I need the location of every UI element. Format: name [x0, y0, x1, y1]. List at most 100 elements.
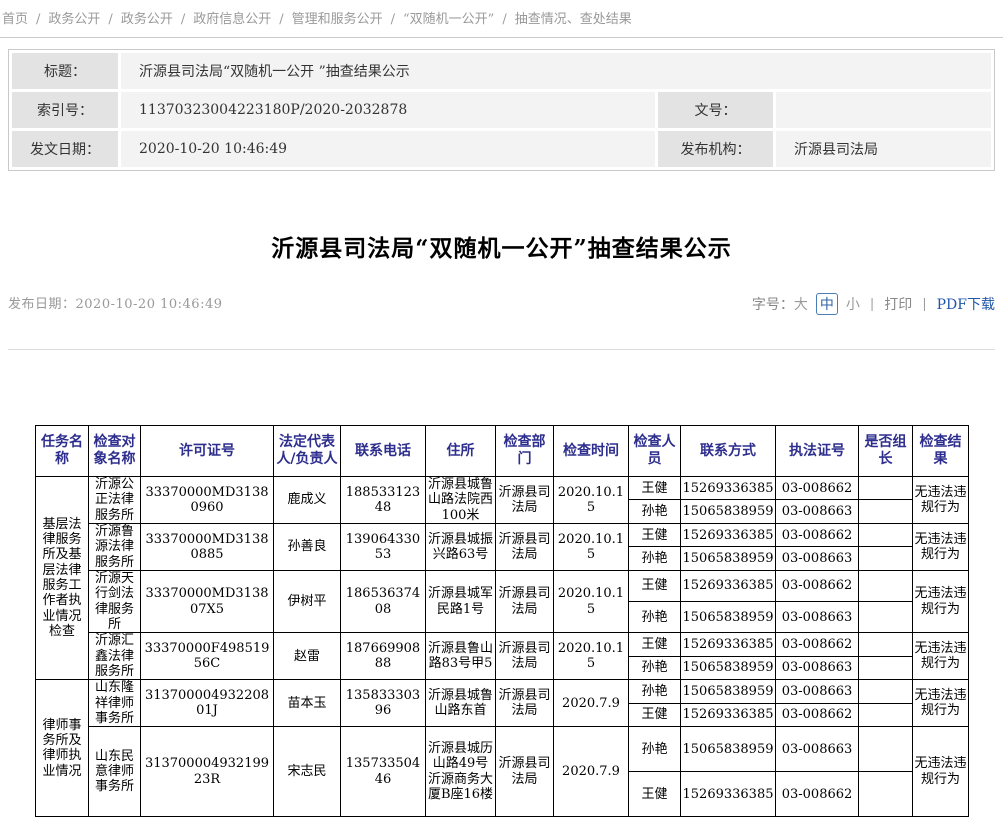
cell-inspector-contact: 15065838959 — [681, 656, 776, 680]
cell-task-group: 律师事务所及律师执业情况 — [36, 680, 89, 817]
cell-inspector-name: 王健 — [629, 570, 681, 601]
cell-inspector-name: 孙艳 — [629, 602, 681, 633]
meta-index-value: 11370323004223180P/2020-2032878 — [121, 92, 655, 128]
publish-date-label: 发布日期： — [8, 297, 76, 312]
cell-date: 2020.10.15 — [554, 570, 629, 632]
header-org-name: 检查对象名称 — [89, 426, 141, 477]
cell-inspector-name: 孙艳 — [629, 547, 681, 571]
header-license: 许可证号 — [141, 426, 274, 477]
publish-info-bar: 发布日期：2020-10-20 10:46:49 字号： 大 中 小 | 打印 … — [8, 293, 995, 350]
cell-inspector-name: 王健 — [629, 703, 681, 727]
cell-date: 2020.10.15 — [554, 633, 629, 680]
font-size-medium-button[interactable]: 中 — [816, 293, 838, 315]
breadcrumb-separator: / — [279, 12, 283, 27]
cell-license: 31370000493219923R — [141, 727, 274, 817]
cell-inspector-cert: 03-008662 — [776, 523, 859, 546]
cell-address: 沂源县城历山路49号沂源商务大厦B座16楼 — [426, 727, 496, 817]
cell-inspector-name: 王健 — [629, 633, 681, 656]
cell-license: 33370000MD31380885 — [141, 523, 274, 570]
cell-legal-rep: 苗本玉 — [274, 680, 341, 727]
header-date: 检查时间 — [554, 426, 629, 477]
cell-inspector-name: 王健 — [629, 523, 681, 546]
cell-date: 2020.10.15 — [554, 523, 629, 570]
cell-org: 山东民意律师事务所 — [89, 727, 141, 817]
cell-leader — [859, 570, 913, 601]
cell-inspector-cert: 03-008662 — [776, 570, 859, 601]
table-row: 沂源天行剑法律服务所 33370000MD313807X5 伊树平 186536… — [36, 570, 969, 601]
cell-inspector-contact: 15065838959 — [681, 680, 776, 703]
cell-dept: 沂源县司法局 — [496, 523, 554, 570]
breadcrumb-separator: / — [391, 12, 395, 27]
cell-inspector-cert: 03-008662 — [776, 772, 859, 817]
cell-leader — [859, 703, 913, 727]
cell-address: 沂源县城鲁山路法院西100米 — [426, 477, 496, 524]
font-size-label: 字号： — [752, 294, 794, 314]
cell-task-group: 基层法律服务所及基层法律服务工作者执业情况检查 — [36, 477, 89, 680]
cell-license: 31370000493220801J — [141, 680, 274, 727]
cell-phone: 18653637408 — [341, 570, 426, 632]
header-address: 住所 — [426, 426, 496, 477]
cell-leader — [859, 633, 913, 656]
cell-inspector-contact: 15269336385 — [681, 477, 776, 500]
cell-address: 沂源县城军民路1号 — [426, 570, 496, 632]
cell-leader — [859, 477, 913, 500]
header-result: 检查结果 — [913, 426, 969, 477]
cell-org: 山东隆祥律师事务所 — [89, 680, 141, 727]
toolbar-divider: | — [870, 297, 874, 312]
cell-legal-rep: 鹿成义 — [274, 477, 341, 524]
cell-dept: 沂源县司法局 — [496, 477, 554, 524]
cell-date: 2020.10.15 — [554, 477, 629, 524]
breadcrumb-home[interactable]: 首页 — [2, 12, 28, 27]
meta-index-label: 索引号： — [12, 92, 118, 128]
cell-address: 沂源县城振兴路63号 — [426, 523, 496, 570]
meta-issuedate-value: 2020-10-20 10:46:49 — [121, 131, 655, 167]
cell-inspector-contact: 15065838959 — [681, 727, 776, 772]
font-size-large-button[interactable]: 大 — [794, 294, 808, 314]
pdf-download-link[interactable]: PDF下载 — [937, 294, 995, 314]
breadcrumb-item-3[interactable]: 政府信息公开 — [193, 12, 271, 27]
meta-issuedate-label: 发文日期： — [12, 131, 118, 167]
cell-phone: 18766990888 — [341, 633, 426, 680]
cell-result: 无违法违规行为 — [913, 477, 969, 524]
cell-inspector-cert: 03-008663 — [776, 500, 859, 524]
cell-org: 沂源鲁源法律服务所 — [89, 523, 141, 570]
cell-address: 沂源县鲁山路83号甲5 — [426, 633, 496, 680]
cell-license: 33370000F49851956C — [141, 633, 274, 680]
cell-phone: 18853312348 — [341, 477, 426, 524]
breadcrumb-item-1[interactable]: 政务公开 — [48, 12, 100, 27]
cell-inspector-cert: 03-008662 — [776, 633, 859, 656]
header-contact: 联系方式 — [681, 426, 776, 477]
cell-leader — [859, 547, 913, 571]
breadcrumb-separator: / — [502, 12, 506, 27]
cell-inspector-name: 王健 — [629, 477, 681, 500]
table-row: 沂源鲁源法律服务所 33370000MD31380885 孙善良 1390643… — [36, 523, 969, 546]
cell-legal-rep: 孙善良 — [274, 523, 341, 570]
breadcrumb-item-4[interactable]: 管理和服务公开 — [292, 12, 383, 27]
publish-date-value: 2020-10-20 10:46:49 — [76, 297, 223, 312]
cell-result: 无违法违规行为 — [913, 523, 969, 570]
breadcrumb: 首页/政务公开/政务公开/政府信息公开/管理和服务公开/“双随机一公开”/抽查情… — [0, 0, 1003, 38]
breadcrumb-item-6[interactable]: 抽查情况、查处结果 — [515, 12, 632, 27]
cell-leader — [859, 772, 913, 817]
cell-dept: 沂源县司法局 — [496, 727, 554, 817]
cell-inspector-name: 王健 — [629, 772, 681, 817]
cell-phone: 13906433053 — [341, 523, 426, 570]
breadcrumb-item-2[interactable]: 政务公开 — [121, 12, 173, 27]
cell-org: 沂源天行剑法律服务所 — [89, 570, 141, 632]
cell-inspector-cert: 03-008662 — [776, 477, 859, 500]
cell-inspector-contact: 15065838959 — [681, 500, 776, 524]
cell-legal-rep: 伊树平 — [274, 570, 341, 632]
cell-inspector-cert: 03-008662 — [776, 703, 859, 727]
breadcrumb-item-5[interactable]: “双随机一公开” — [403, 12, 494, 27]
table-row: 律师事务所及律师执业情况 山东隆祥律师事务所 31370000493220801… — [36, 680, 969, 703]
meta-title-label: 标题： — [12, 53, 118, 89]
cell-leader — [859, 602, 913, 633]
cell-inspector-cert: 03-008663 — [776, 680, 859, 703]
header-leader: 是否组长 — [859, 426, 913, 477]
cell-license: 33370000MD313807X5 — [141, 570, 274, 632]
meta-agency-value: 沂源县司法局 — [776, 131, 991, 167]
cell-legal-rep: 赵雷 — [274, 633, 341, 680]
cell-inspector-name: 孙艳 — [629, 727, 681, 772]
print-button[interactable]: 打印 — [884, 294, 912, 314]
font-size-small-button[interactable]: 小 — [846, 294, 860, 314]
